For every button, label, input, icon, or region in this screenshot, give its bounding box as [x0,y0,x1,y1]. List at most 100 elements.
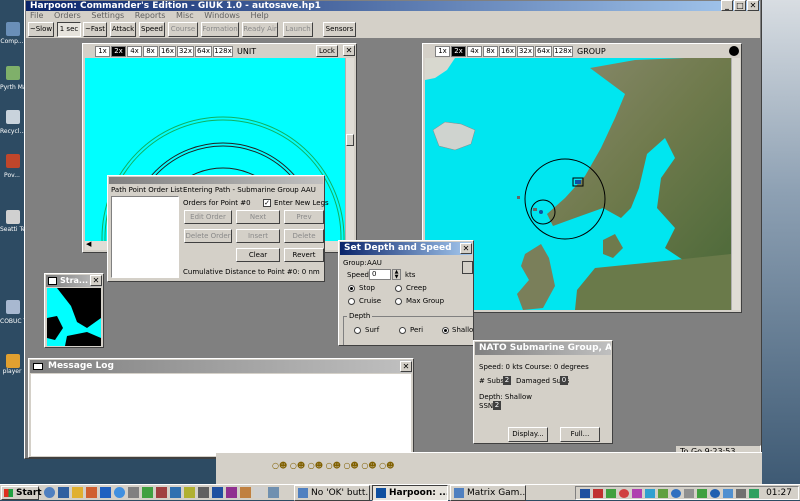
delete-button[interactable]: Delete [284,229,324,243]
zoom-4x[interactable]: 4x [127,46,142,57]
quicklaunch-icon[interactable] [128,487,139,498]
launch-button[interactable]: Launch [283,22,313,37]
speed-button[interactable]: Speed [139,22,165,37]
speed-max-group-radio[interactable] [395,298,402,305]
tray-icon[interactable] [645,489,655,498]
attack-button[interactable]: Attack [110,22,136,37]
quicklaunch-icon[interactable] [142,487,153,498]
formation-button[interactable]: Formation [201,22,239,37]
quicklaunch-icon[interactable] [212,487,223,498]
path-titlebar[interactable] [109,177,323,184]
message-log-content[interactable] [31,374,411,456]
full-button[interactable]: Full... [560,427,600,442]
zoom-8x[interactable]: 8x [143,46,158,57]
quicklaunch-icon[interactable] [170,487,181,498]
ready-air-button[interactable]: Ready Air [242,22,278,37]
prev-button[interactable]: Prev [284,210,324,224]
tray-icon[interactable] [671,489,681,498]
menu-file[interactable]: File [30,11,43,20]
strategic-map[interactable] [47,288,101,346]
quicklaunch-icon[interactable] [226,487,237,498]
quicklaunch-icon[interactable] [156,487,167,498]
powerpoint-icon[interactable] [6,154,20,168]
depth-speed-close-button[interactable]: ✕ [460,243,472,254]
speed-cruise-radio[interactable] [348,298,355,305]
quicklaunch-icon[interactable] [184,487,195,498]
tray-icon[interactable] [749,489,759,498]
quicklaunch-icon[interactable] [58,487,69,498]
scroll-thumb[interactable] [346,134,354,146]
maximize-button[interactable]: □ [734,0,746,11]
tray-icon[interactable] [723,489,733,498]
zoom-32x[interactable]: 32x [517,46,534,57]
zoom-1x[interactable]: 1x [435,46,450,57]
depth-surf-radio[interactable] [354,327,361,334]
unit-close-button[interactable]: ✕ [343,45,355,56]
zoom-2x[interactable]: 2x [451,46,466,57]
speed-input[interactable]: 0 [369,269,391,280]
message-log-titlebar[interactable]: Message Log [30,360,412,373]
tray-icon[interactable] [697,489,707,498]
sensors-button[interactable]: Sensors [323,22,356,37]
menu-reports[interactable]: Reports [135,11,166,20]
time-step-button[interactable]: 1 sec [57,22,81,37]
zoom-32x[interactable]: 32x [177,46,194,57]
zoom-16x[interactable]: 16x [159,46,176,57]
nato-titlebar[interactable]: NATO Submarine Group, A... [475,342,611,355]
quicklaunch-icon[interactable] [268,487,279,498]
speed-stop-radio[interactable] [348,285,355,292]
quicklaunch-icon[interactable] [254,487,265,498]
tray-icon[interactable] [606,489,616,498]
path-point-list[interactable] [111,196,179,278]
computer-icon[interactable] [6,22,20,36]
shortcut-icon[interactable] [6,210,20,224]
unit-vertical-scrollbar[interactable] [345,58,354,241]
group-window-button[interactable] [729,46,739,56]
depth-shallow-radio[interactable] [442,327,449,334]
display-button[interactable]: Display... [508,427,548,442]
tray-icon[interactable] [658,489,668,498]
edit-order-button[interactable]: Edit Order [184,210,232,224]
start-button[interactable]: Start [1,486,42,500]
fast-button[interactable]: ~Fast [83,22,107,37]
zoom-16x[interactable]: 16x [499,46,516,57]
media-player-icon[interactable] [6,354,20,368]
menu-orders[interactable]: Orders [54,11,81,20]
dialog-scroll-stub[interactable] [462,261,473,274]
quicklaunch-icon[interactable] [44,487,55,498]
recycle-bin-icon[interactable] [6,110,20,124]
task-button[interactable]: No 'OK' butt... [294,485,370,501]
minimize-button[interactable]: _ [721,0,733,11]
zoom-8x[interactable]: 8x [483,46,498,57]
tray-icon[interactable] [619,489,629,498]
speed-spinner[interactable]: ▲ ▼ [392,269,401,280]
folder-icon[interactable] [6,66,20,80]
next-button[interactable]: Next [236,210,280,224]
quicklaunch-icon[interactable] [72,487,83,498]
menu-settings[interactable]: Settings [91,11,124,20]
enter-new-legs-checkbox[interactable]: ✓ [263,199,271,207]
scroll-left-arrow[interactable]: ◀ [86,240,91,248]
tray-icon[interactable] [684,489,694,498]
quicklaunch-icon[interactable] [198,487,209,498]
tray-icon[interactable] [593,489,603,498]
quicklaunch-icon[interactable] [114,487,125,498]
quicklaunch-icon[interactable] [100,487,111,498]
depth-peri-radio[interactable] [399,327,406,334]
delete-order-button[interactable]: Delete Order [184,229,232,243]
revert-button[interactable]: Revert [284,248,324,262]
zoom-128x[interactable]: 128x [553,46,573,57]
speed-creep-radio[interactable] [395,285,402,292]
message-log-close-button[interactable]: ✕ [400,361,412,372]
zoom-64x[interactable]: 64x [195,46,212,57]
tray-icon[interactable] [580,489,590,498]
menu-misc[interactable]: Misc [176,11,194,20]
slow-button[interactable]: ~Slow [28,22,54,37]
depth-speed-titlebar[interactable]: Set Depth and Speed [340,242,472,255]
quicklaunch-icon[interactable] [86,487,97,498]
zoom-64x[interactable]: 64x [535,46,552,57]
strategic-close-button[interactable]: ✕ [90,275,102,286]
menu-windows[interactable]: Windows [204,11,240,20]
zoom-4x[interactable]: 4x [467,46,482,57]
task-button[interactable]: Matrix Gam... [450,485,526,501]
